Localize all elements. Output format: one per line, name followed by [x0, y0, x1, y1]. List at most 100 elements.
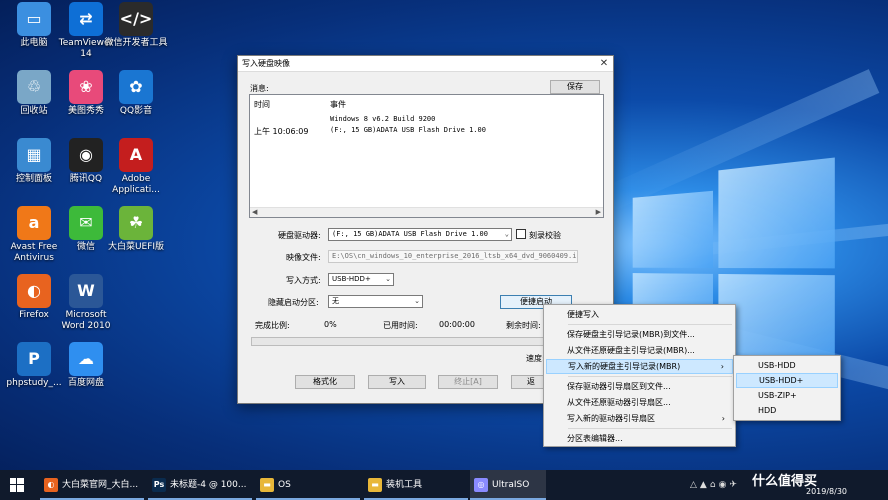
desktop-icon-label: 百度网盘 — [68, 378, 104, 388]
tray-icon[interactable]: ◉ — [719, 480, 730, 490]
tray-icon[interactable]: ⌂ — [710, 480, 719, 490]
meitu-icon: ❀ — [69, 70, 103, 104]
chevron-right-icon: › — [721, 360, 724, 373]
verify-label: 刻录校验 — [529, 230, 561, 241]
taskbar: ◐ 大白菜官网_大白... Ps 未标题-4 @ 100... ▬ OS ▬ 装机工具 ◎ Ult… — [0, 470, 888, 500]
menu-item-label: 保存硬盘主引导记录(MBR)到文件... — [567, 330, 695, 339]
desktop-icon-label: 微信 — [77, 242, 95, 252]
save-button[interactable]: 保存 — [550, 80, 600, 94]
tray-icon[interactable]: △ — [690, 480, 700, 490]
menu-item-restore-boot-sector[interactable]: 从文件还原驱动器引导扇区... — [546, 395, 733, 410]
wechat-icon: ✉ — [69, 206, 103, 240]
format-button[interactable]: 格式化 — [295, 375, 355, 389]
write-mode-value: USB-HDD+ — [332, 275, 371, 283]
qq-player-icon: ✿ — [119, 70, 153, 104]
taskbar-item-photoshop[interactable]: Ps 未标题-4 @ 100... — [148, 470, 252, 500]
image-file-field[interactable]: E:\OS\cn_windows_10_enterprise_2016_ltsb… — [328, 250, 578, 263]
scroll-left-icon[interactable]: ◀ — [252, 208, 257, 216]
drive-select[interactable]: (F:, 15 GB)ADATA USB Flash Drive 1.00 ⌄ — [328, 228, 512, 241]
desktop-icon-adobe-app[interactable]: A Adobe Applicati... — [104, 138, 168, 196]
mbr-type-submenu: USB-HDD USB-HDD+ USB-ZIP+ HDD — [733, 355, 841, 421]
hidden-partition-select[interactable]: 无 ⌄ — [328, 295, 423, 308]
desktop-icon-label: 美图秀秀 — [68, 106, 104, 116]
menu-item-partition-editor[interactable]: 分区表编辑器... — [546, 431, 733, 446]
tray-icon[interactable]: ✈ — [729, 480, 740, 490]
taskbar-item-label: OS — [278, 480, 291, 490]
menu-item-write-new-boot-sector[interactable]: 写入新的驱动器引导扇区 › — [546, 411, 733, 426]
taskbar-item-folder-tools[interactable]: ▬ 装机工具 — [364, 470, 468, 500]
submenu-item-usb-hdd-plus[interactable]: USB-HDD+ — [736, 373, 838, 388]
taskbar-item-label: 大白菜官网_大白... — [62, 480, 138, 490]
close-button[interactable]: ✕ — [597, 57, 611, 71]
taskbar-item-label: 装机工具 — [386, 480, 422, 490]
menu-separator — [568, 324, 732, 325]
hidden-partition-value: 无 — [332, 297, 339, 305]
windows-start-icon — [10, 478, 24, 492]
drive-select-value: (F:, 15 GB)ADATA USB Flash Drive 1.00 — [332, 230, 488, 238]
desktop-icon-qq-player[interactable]: ✿ QQ影音 — [104, 70, 168, 117]
image-file-label: 映像文件: — [286, 252, 321, 263]
system-tray[interactable]: △▲⌂◉✈ — [690, 470, 750, 500]
desktop-icon-dabaicai-uefi[interactable]: ☘ 大白菜UEFI版 — [104, 206, 168, 253]
hidden-partition-label: 隐藏启动分区: — [268, 297, 319, 308]
log-row-event: Windows 8 v6.2 Build 9200 — [330, 115, 435, 123]
menu-item-save-mbr[interactable]: 保存硬盘主引导记录(MBR)到文件... — [546, 327, 733, 342]
control-panel-icon: ▦ — [17, 138, 51, 172]
message-label: 消息: — [250, 83, 269, 94]
write-button[interactable]: 写入 — [368, 375, 426, 389]
desktop-icon-label: 腾讯QQ — [70, 174, 102, 184]
menu-item-label: 保存驱动器引导扇区到文件... — [567, 382, 671, 391]
recycle-bin-icon: ♲ — [17, 70, 51, 104]
windows-logo-pane — [718, 158, 834, 269]
adobe-app-icon: A — [119, 138, 153, 172]
menu-item-write-new-mbr[interactable]: 写入新的硬盘主引导记录(MBR) › — [546, 359, 733, 374]
log-header-time: 时间 — [254, 99, 270, 110]
ultraiso-icon: ◎ — [474, 478, 488, 492]
menu-item-quick-write[interactable]: 便捷写入 — [546, 307, 733, 322]
qq-icon: ◉ — [69, 138, 103, 172]
write-mode-select[interactable]: USB-HDD+ ⌄ — [328, 273, 394, 286]
submenu-item-usb-hdd[interactable]: USB-HDD — [736, 358, 838, 373]
horizontal-scrollbar[interactable]: ◀ ▶ — [250, 207, 603, 217]
desktop-icon-baidu-netdisk[interactable]: ☁ 百度网盘 — [54, 342, 118, 389]
dabaicai-uefi-icon: ☘ — [119, 206, 153, 240]
menu-separator — [568, 428, 732, 429]
submenu-item-hdd[interactable]: HDD — [736, 403, 838, 418]
chevron-down-icon: ⌄ — [385, 274, 391, 285]
drive-label: 硬盘驱动器: — [278, 230, 321, 241]
desktop-icon-label: Microsoft Word 2010 — [62, 310, 111, 331]
stop-button[interactable]: 终止[A] — [438, 375, 498, 389]
desktop-icon-wechat-devtools[interactable]: </> 微信开发者工具 — [104, 2, 168, 49]
verify-checkbox[interactable] — [516, 229, 526, 239]
dialog-title: 写入硬盘映像 — [242, 59, 290, 68]
dialog-titlebar[interactable]: 写入硬盘映像 ✕ — [238, 56, 613, 72]
menu-item-save-boot-sector[interactable]: 保存驱动器引导扇区到文件... — [546, 379, 733, 394]
taskbar-item-ultraiso[interactable]: ◎ UltraISO — [470, 470, 546, 500]
phpstudy-icon: P — [17, 342, 51, 376]
firefox-icon: ◐ — [17, 274, 51, 308]
message-log[interactable]: 时间 事件 Windows 8 v6.2 Build 9200 上午 10:06… — [249, 94, 604, 218]
taskbar-item-label: 未标题-4 @ 100... — [170, 480, 246, 490]
clock-date[interactable]: 2019/8/30 — [806, 486, 847, 498]
folder-os-icon: ▬ — [260, 478, 274, 492]
submenu-item-usb-zip-plus[interactable]: USB-ZIP+ — [736, 388, 838, 403]
taskbar-item-folder-os[interactable]: ▬ OS — [256, 470, 360, 500]
log-row-event: (F:, 15 GB)ADATA USB Flash Drive 1.00 — [330, 126, 486, 134]
tray-icon[interactable]: ▲ — [700, 480, 710, 490]
menu-item-label: 从文件还原驱动器引导扇区... — [567, 398, 671, 407]
taskbar-item-label: UltraISO — [492, 480, 529, 490]
desktop-icon-label: 控制面板 — [16, 174, 52, 184]
start-button[interactable] — [10, 470, 32, 500]
photoshop-icon: Ps — [152, 478, 166, 492]
elapsed-label: 已用时间: — [383, 320, 418, 331]
chevron-down-icon: ⌄ — [505, 229, 509, 240]
word-2010-icon: W — [69, 274, 103, 308]
desktop-icon-word-2010[interactable]: W Microsoft Word 2010 — [54, 274, 118, 332]
log-row-time: 上午 10:06:09 — [254, 126, 308, 137]
desktop-icon-label: Firefox — [19, 310, 49, 320]
chevron-down-icon: ⌄ — [414, 296, 420, 307]
taskbar-item-firefox[interactable]: ◐ 大白菜官网_大白... — [40, 470, 144, 500]
menu-item-restore-mbr[interactable]: 从文件还原硬盘主引导记录(MBR)... — [546, 343, 733, 358]
scroll-right-icon[interactable]: ▶ — [596, 208, 601, 216]
menu-separator — [568, 376, 732, 377]
